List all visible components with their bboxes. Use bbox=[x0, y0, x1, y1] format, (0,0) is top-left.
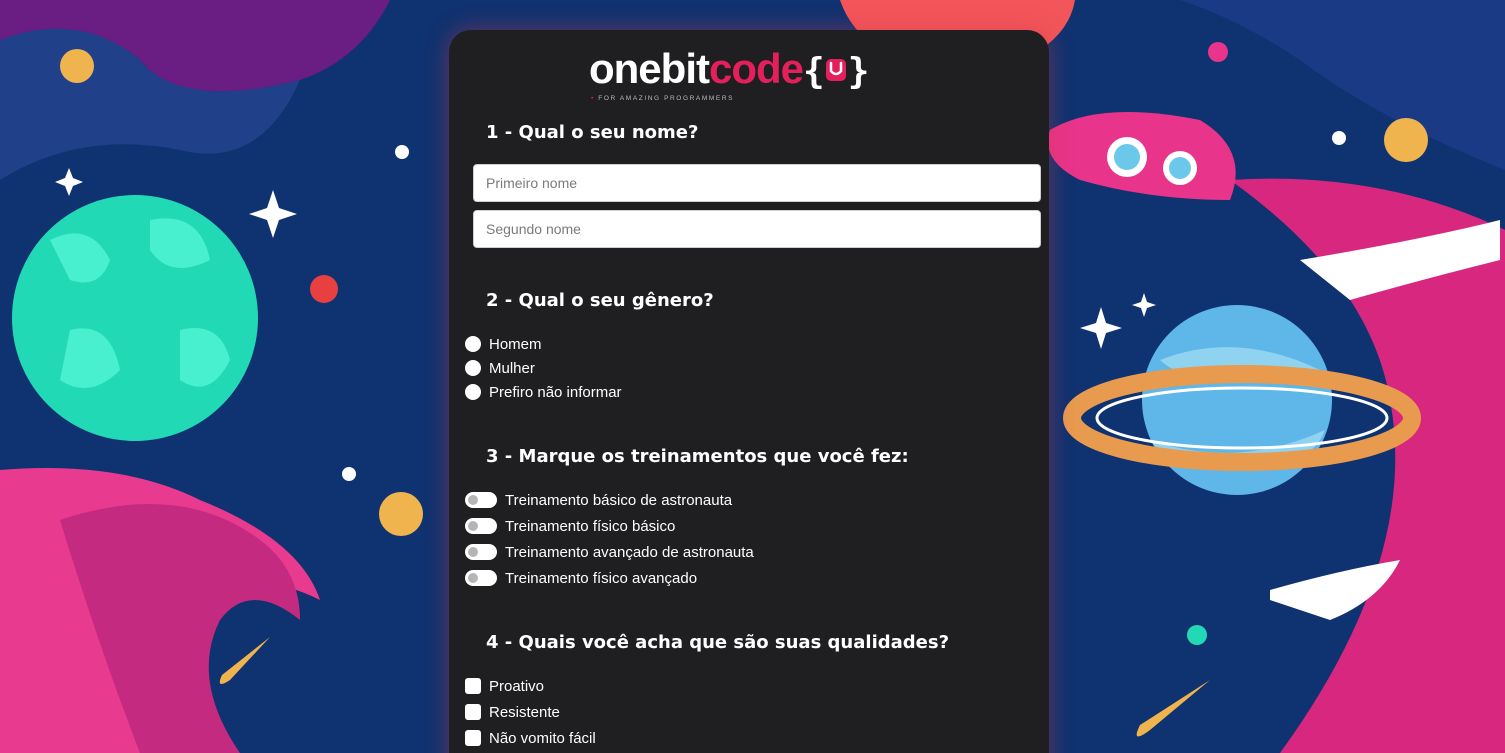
logo-brace-close: } bbox=[847, 51, 870, 92]
last-name-input[interactable] bbox=[473, 210, 1041, 248]
logo-tagline: • FOR AMAZING PROGRAMMERS bbox=[591, 95, 735, 102]
training-option-basic-physical[interactable]: Treinamento físico básico bbox=[465, 516, 675, 536]
training-option-basic-astronaut[interactable]: Treinamento básico de astronauta bbox=[465, 490, 732, 510]
toggle-switch[interactable] bbox=[465, 492, 497, 508]
question-4-title: 4 - Quais você acha que são suas qualida… bbox=[486, 632, 950, 653]
quality-option-resistente[interactable]: Resistente bbox=[465, 702, 560, 722]
radio-button[interactable] bbox=[465, 384, 481, 400]
toggle-switch[interactable] bbox=[465, 544, 497, 560]
quality-option-proativo[interactable]: Proativo bbox=[465, 676, 544, 696]
first-name-input[interactable] bbox=[473, 164, 1041, 202]
radio-button[interactable] bbox=[465, 336, 481, 352]
gender-option-homem[interactable]: Homem bbox=[465, 334, 542, 354]
radio-button[interactable] bbox=[465, 360, 481, 376]
toggle-switch[interactable] bbox=[465, 518, 497, 534]
quality-option-nao-vomito-facil[interactable]: Não vomito fácil bbox=[465, 728, 596, 748]
checkbox[interactable] bbox=[465, 678, 481, 694]
logo-brace-open: { bbox=[803, 51, 825, 92]
checkbox[interactable] bbox=[465, 704, 481, 720]
toggle-switch[interactable] bbox=[465, 570, 497, 586]
gender-option-mulher[interactable]: Mulher bbox=[465, 358, 535, 378]
gender-option-prefiro-nao-informar[interactable]: Prefiro não informar bbox=[465, 382, 622, 402]
question-3-title: 3 - Marque os treinamentos que você fez: bbox=[486, 446, 909, 467]
question-1-title: 1 - Qual o seu nome? bbox=[486, 122, 699, 143]
training-option-advanced-physical[interactable]: Treinamento físico avançado bbox=[465, 568, 697, 588]
training-option-advanced-astronaut[interactable]: Treinamento avançado de astronauta bbox=[465, 542, 754, 562]
rock-hand-icon bbox=[824, 50, 848, 81]
logo-brand-white: onebit bbox=[589, 45, 710, 92]
logo-brand-red: code bbox=[708, 45, 804, 92]
logo-wordmark: onebitcode{ } bbox=[589, 48, 919, 93]
survey-card: onebitcode{ } • FOR AMAZING PROGRAMMERS … bbox=[449, 30, 1049, 753]
checkbox[interactable] bbox=[465, 730, 481, 746]
question-2-title: 2 - Qual o seu gênero? bbox=[486, 290, 714, 311]
onebitcode-logo: onebitcode{ } • FOR AMAZING PROGRAMMERS bbox=[589, 48, 919, 103]
